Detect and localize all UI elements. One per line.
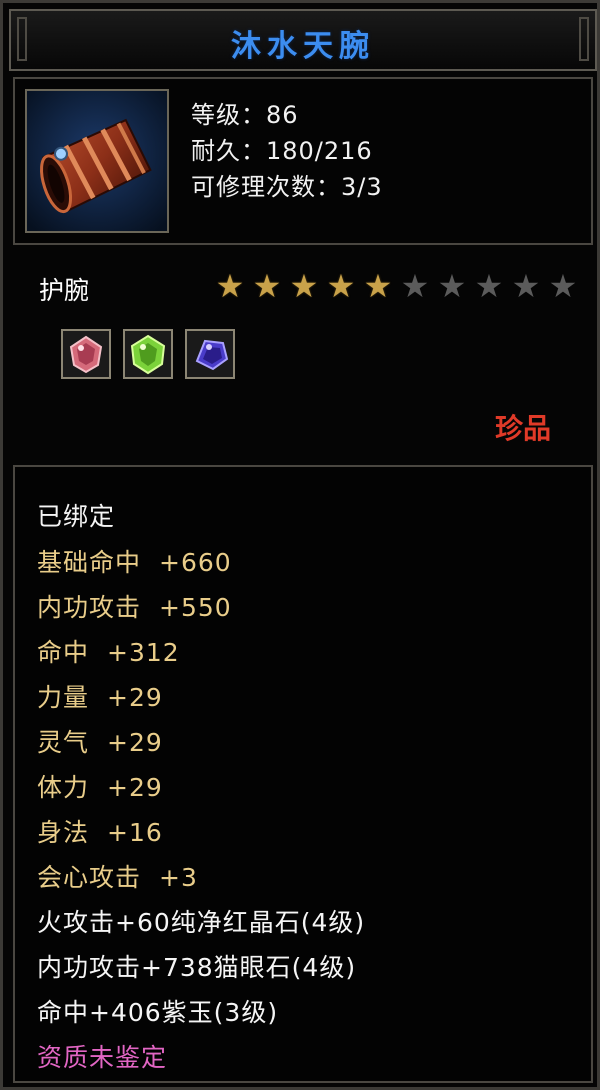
star-filled-icon: ★	[326, 267, 356, 305]
stat-value: +312	[107, 638, 180, 667]
enhance-stars: ★ ★ ★ ★ ★ ★ ★ ★ ★ ★	[213, 269, 580, 303]
bracer-icon	[25, 89, 169, 233]
green-gem-icon	[123, 329, 173, 379]
rarity-label: 珍品	[494, 412, 551, 445]
stat-value: +550	[159, 593, 232, 622]
star-empty-icon: ★	[437, 267, 467, 305]
stat-name: 身法	[37, 818, 90, 847]
item-durability: 耐久：180/216	[191, 137, 373, 165]
star-empty-icon: ★	[548, 267, 578, 305]
gem-bonus-line: 命中+406紫玉(3级)	[37, 998, 279, 1027]
stat-value: +660	[159, 548, 232, 577]
stat-row: 身法 +16	[37, 813, 163, 849]
stat-row: 力量 +29	[37, 678, 163, 714]
red-gem-icon	[61, 329, 111, 379]
quality-status: 资质未鉴定	[37, 1043, 168, 1072]
item-name: 沐水天腕	[231, 29, 375, 64]
star-filled-icon: ★	[289, 267, 319, 305]
stat-value: +29	[107, 728, 163, 757]
star-empty-icon: ★	[511, 267, 541, 305]
star-filled-icon: ★	[363, 267, 393, 305]
stat-name: 体力	[37, 773, 90, 802]
stat-row: 基础命中 +660	[37, 543, 232, 579]
title-bar: 沐水天腕	[9, 9, 597, 71]
stat-row: 灵气 +29	[37, 723, 163, 759]
stat-row: 体力 +29	[37, 768, 163, 804]
gem-bonus-line: 内功攻击+738猫眼石(4级)	[37, 953, 357, 982]
item-type: 护腕	[39, 276, 90, 305]
star-filled-icon: ★	[252, 267, 282, 305]
gem-bonus-line: 火攻击+60纯净红晶石(4级)	[37, 908, 366, 937]
stat-row: 会心攻击 +3	[37, 858, 198, 894]
stat-name: 会心攻击	[37, 863, 142, 892]
stat-row: 内功攻击 +550	[37, 588, 232, 624]
stat-name: 内功攻击	[37, 593, 142, 622]
stat-row: 命中 +312	[37, 633, 180, 669]
item-tooltip: 沐水天腕 等级：86 耐久：180/216 可修理次数：3/3 护腕 ★ ★ ★…	[0, 0, 600, 1090]
star-empty-icon: ★	[474, 267, 504, 305]
purple-gem-icon	[185, 329, 235, 379]
star-empty-icon: ★	[400, 267, 430, 305]
stat-name: 灵气	[37, 728, 90, 757]
stat-value: +29	[107, 773, 163, 802]
bound-status: 已绑定	[37, 502, 116, 531]
stat-value: +29	[107, 683, 163, 712]
item-repair-count: 可修理次数：3/3	[191, 173, 383, 201]
stat-name: 力量	[37, 683, 90, 712]
stat-name: 基础命中	[37, 548, 142, 577]
star-filled-icon: ★	[215, 267, 245, 305]
item-level: 等级：86	[191, 101, 299, 129]
stat-value: +3	[159, 863, 198, 892]
stat-name: 命中	[37, 638, 90, 667]
stat-value: +16	[107, 818, 163, 847]
